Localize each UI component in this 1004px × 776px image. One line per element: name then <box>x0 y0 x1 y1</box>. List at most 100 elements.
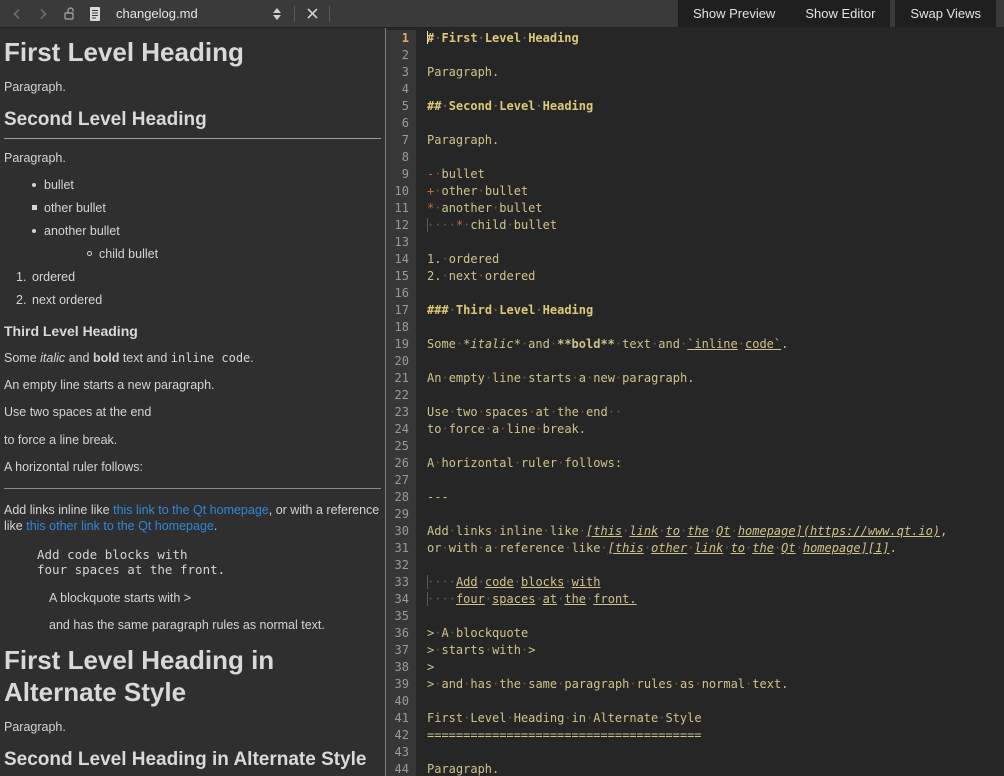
line-number: 42 <box>386 727 416 744</box>
line-number: 35 <box>386 608 416 625</box>
editor-line[interactable]: > <box>427 659 1004 676</box>
editor-line[interactable]: >·and·has·the·same·paragraph·rules·as·no… <box>427 676 1004 693</box>
line-number: 11 <box>386 200 416 217</box>
line-number: 10 <box>386 183 416 200</box>
editor-line[interactable] <box>427 319 1004 336</box>
show-preview-button[interactable]: Show Preview <box>678 0 790 27</box>
editor-line[interactable] <box>427 285 1004 302</box>
document-icon <box>86 5 104 23</box>
preview-p: to force a line break. <box>4 432 381 448</box>
updown-icon[interactable] <box>268 5 286 23</box>
preview-p: A horizontal ruler follows: <box>4 459 381 475</box>
line-number: 43 <box>386 744 416 761</box>
preview-pane[interactable]: First Level HeadingParagraph.Second Leve… <box>0 28 386 776</box>
separator <box>329 6 330 22</box>
preview-h3: Third Level Heading <box>4 323 381 339</box>
line-number: 18 <box>386 319 416 336</box>
editor-line[interactable]: 1.·ordered <box>427 251 1004 268</box>
editor-line[interactable]: Paragraph. <box>427 64 1004 81</box>
editor-line[interactable] <box>427 81 1004 98</box>
forward-icon[interactable] <box>34 5 52 23</box>
editor-line[interactable]: ····Add·code·blocks·with <box>427 574 1004 591</box>
list-item: another bullet <box>32 224 381 238</box>
editor-line[interactable]: >·starts·with·> <box>427 642 1004 659</box>
editor-line[interactable]: >·A·blockquote <box>427 625 1004 642</box>
editor-line[interactable] <box>427 744 1004 761</box>
editor-line[interactable]: A·horizontal·ruler·follows: <box>427 455 1004 472</box>
qt-homepage-link[interactable]: this link to the Qt homepage <box>113 503 269 517</box>
line-number: 8 <box>386 149 416 166</box>
inline-code: inline code <box>171 351 250 365</box>
preview-ol: 1.ordered2.next ordered <box>16 270 381 307</box>
preview-h1: First Level Heading in Alternate Style <box>4 644 381 708</box>
editor-line[interactable]: Paragraph. <box>427 132 1004 149</box>
close-icon[interactable] <box>303 5 321 23</box>
editor-line[interactable]: to·force·a·line·break. <box>427 421 1004 438</box>
bullet-disc-icon <box>32 183 44 187</box>
editor-line[interactable]: -·bullet <box>427 166 1004 183</box>
show-editor-button[interactable]: Show Editor <box>790 0 890 27</box>
line-number: 37 <box>386 642 416 659</box>
editor-line[interactable] <box>427 506 1004 523</box>
line-number: 13 <box>386 234 416 251</box>
preview-h2: Second Level Heading in Alternate Style <box>4 749 381 776</box>
document-tab[interactable]: changelog.md <box>0 0 336 27</box>
editor-line[interactable] <box>427 234 1004 251</box>
editor-line[interactable]: Add·links·inline·like·[this·link·to·the·… <box>427 523 1004 540</box>
editor-line[interactable]: ##·Second·Level·Heading <box>427 98 1004 115</box>
editor-line[interactable]: Some·*italic*·and·**bold**·text·and·`inl… <box>427 336 1004 353</box>
separator <box>294 6 295 22</box>
list-item: other bullet <box>32 201 381 215</box>
preview-pre: Add code blocks with four spaces at the … <box>37 547 381 578</box>
bullet-disc-icon <box>32 229 44 233</box>
line-number: 40 <box>386 693 416 710</box>
code-area[interactable]: #·First·Level·Heading Paragraph. ##·Second… <box>416 30 1004 776</box>
list-item: child bullet <box>87 247 381 261</box>
editor-line[interactable]: #·First·Level·Heading <box>427 30 1004 47</box>
preview-p: Use two spaces at the end <box>4 404 381 420</box>
editor-pane[interactable]: 1234567891011121314151617181920212223242… <box>386 28 1004 776</box>
editor-line[interactable]: or·with·a·reference·like·[this·other·lin… <box>427 540 1004 557</box>
editor-line[interactable]: Use·two·spaces·at·the·end·· <box>427 404 1004 421</box>
editor-line[interactable]: *·another·bullet <box>427 200 1004 217</box>
line-number: 1 <box>386 30 416 47</box>
back-icon[interactable] <box>8 5 26 23</box>
indent-guide: ···· <box>427 592 456 606</box>
editor-line[interactable] <box>427 608 1004 625</box>
preview-p: Paragraph. <box>4 719 381 735</box>
editor-line[interactable]: +·other·bullet <box>427 183 1004 200</box>
editor-line[interactable]: ====================================== <box>427 727 1004 744</box>
swap-views-button[interactable]: Swap Views <box>895 0 996 27</box>
editor-line[interactable] <box>427 387 1004 404</box>
editor-line[interactable] <box>427 115 1004 132</box>
line-number: 30 <box>386 523 416 540</box>
editor-line[interactable]: An·empty·line·starts·a·new·paragraph. <box>427 370 1004 387</box>
editor-line[interactable] <box>427 557 1004 574</box>
line-number: 4 <box>386 81 416 98</box>
editor-line[interactable]: ····four·spaces·at·the·front. <box>427 591 1004 608</box>
editor-line[interactable]: 2.·next·ordered <box>427 268 1004 285</box>
editor-line[interactable]: ····*·child·bullet <box>427 217 1004 234</box>
editor-line[interactable] <box>427 47 1004 64</box>
line-number: 39 <box>386 676 416 693</box>
editor-line[interactable] <box>427 149 1004 166</box>
editor-line[interactable]: Paragraph. <box>427 761 1004 776</box>
editor-line[interactable] <box>427 693 1004 710</box>
line-number: 21 <box>386 370 416 387</box>
list-item: 1.ordered <box>16 270 381 284</box>
editor-line[interactable] <box>427 472 1004 489</box>
line-number: 14 <box>386 251 416 268</box>
line-number: 25 <box>386 438 416 455</box>
editor-line[interactable] <box>427 438 1004 455</box>
line-number: 33 <box>386 574 416 591</box>
qt-homepage-link[interactable]: this other link to the Qt homepage <box>26 519 214 533</box>
editor-line[interactable]: First·Level·Heading·in·Alternate·Style <box>427 710 1004 727</box>
bullet-circle-icon <box>87 251 99 256</box>
editor-line[interactable]: --- <box>427 489 1004 506</box>
line-number: 26 <box>386 455 416 472</box>
line-number: 29 <box>386 506 416 523</box>
editor-line[interactable] <box>427 353 1004 370</box>
line-number: 31 <box>386 540 416 557</box>
lock-open-icon[interactable] <box>60 5 78 23</box>
editor-line[interactable]: ###·Third·Level·Heading <box>427 302 1004 319</box>
